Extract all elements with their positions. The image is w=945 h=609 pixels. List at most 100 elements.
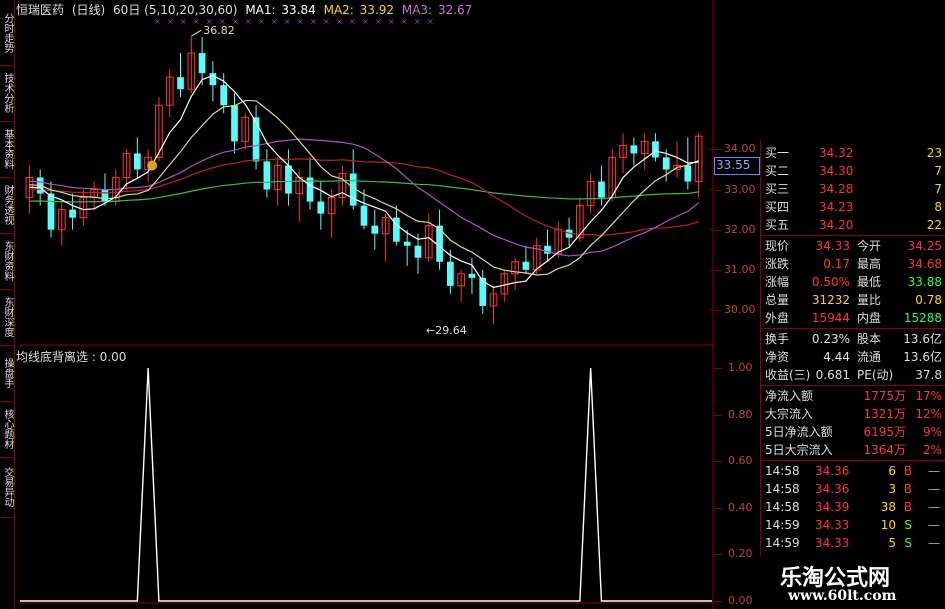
flow-pct: 12% xyxy=(915,407,942,421)
tab-3[interactable]: 财务透视 xyxy=(0,177,13,234)
fund-value: 0.23% xyxy=(811,332,850,346)
high-arrow xyxy=(191,29,202,37)
bid-row: 买五 34.20 22 xyxy=(761,216,945,234)
tick-side: B xyxy=(903,482,912,496)
tick-time: 14:58 xyxy=(765,464,800,478)
tab-4[interactable]: 东财资料 xyxy=(0,233,13,290)
fund-label: 流通 xyxy=(857,350,882,364)
divider xyxy=(761,460,945,461)
osc-tick-mark xyxy=(714,414,722,416)
osc-tick-mark xyxy=(714,601,722,602)
bid-volume: 8 xyxy=(934,200,942,214)
candle-body xyxy=(47,193,55,230)
price-chart[interactable]: 36.82 ←29.64 × × × × × × × × × × × × × × × × × × × × × × xyxy=(14,0,714,609)
fund-label: 净资 xyxy=(765,350,790,364)
divider xyxy=(761,235,945,236)
candle-body xyxy=(522,261,530,270)
stat-label: 总量 xyxy=(765,293,790,307)
flow-row: 大宗流入 1321万 12% xyxy=(761,405,945,423)
bid-label: 买三 xyxy=(765,182,790,196)
oscillator-line xyxy=(20,367,712,602)
tick-price: 34.36 xyxy=(815,464,850,478)
tab-7[interactable]: 核心题材 xyxy=(0,401,13,458)
tab-6[interactable]: 操盘手 xyxy=(0,345,13,402)
marker-dot: × xyxy=(323,17,330,26)
price-tick-label: 32.00 xyxy=(724,222,756,236)
tab-1[interactable]: 技术分析 xyxy=(0,65,13,122)
oscillator-label: 均线底背离选 : 0.00 xyxy=(16,350,127,364)
bid-row: 买四 34.23 8 xyxy=(761,198,945,216)
tick-time: 14:59 xyxy=(765,518,800,532)
tick-time: 14:58 xyxy=(765,500,800,514)
tick-dash: — xyxy=(928,482,940,496)
stat-value: 33.88 xyxy=(907,275,942,289)
marker-dot: × xyxy=(362,17,369,26)
high-label: 36.82 xyxy=(203,24,235,37)
candle-body xyxy=(231,105,238,142)
osc-tick-label: 0.80 xyxy=(728,407,753,421)
marker-dot: × xyxy=(154,17,161,26)
candle-body xyxy=(414,245,422,258)
tick-row: 14:58 34.39 38 B — xyxy=(761,498,945,516)
marker-dot: × xyxy=(349,17,356,26)
flow-pct: 9% xyxy=(922,425,942,439)
tab-0[interactable]: 分时走势 xyxy=(0,0,13,66)
tick-row: 14:59 34.33 5 S — xyxy=(761,534,945,552)
divider xyxy=(761,328,945,329)
watermark-url: www.60lt.com xyxy=(788,588,897,604)
marker-dot: × xyxy=(388,17,395,26)
candle-body xyxy=(360,205,368,226)
marker-dot: × xyxy=(258,17,265,26)
marker-dot: × xyxy=(401,17,408,26)
flow-label: 大宗流入 xyxy=(765,407,814,421)
flow-value: 1364万 xyxy=(863,443,906,457)
bid-label: 买四 xyxy=(765,200,790,214)
tab-8[interactable]: 交易异动 xyxy=(0,457,13,518)
stat-row: 涨跌 0.17 最高 34.68 xyxy=(761,255,945,273)
candle-body xyxy=(285,165,292,194)
fund-value: 4.44 xyxy=(823,350,850,364)
stat-value: 0.17 xyxy=(823,257,850,271)
bid-volume: 22 xyxy=(926,218,942,232)
osc-tick-label: 0.20 xyxy=(728,547,753,561)
candle-body xyxy=(630,145,638,154)
tick-side: B xyxy=(903,464,912,478)
divider xyxy=(761,385,945,386)
stat-value: 0.78 xyxy=(915,293,942,307)
tab-2[interactable]: 基本资料 xyxy=(0,121,13,178)
candle-body xyxy=(447,261,454,286)
stat-value: 34.25 xyxy=(907,239,942,253)
candle-body xyxy=(133,153,141,170)
tick-volume: 5 xyxy=(888,536,896,550)
stat-label: 现价 xyxy=(765,239,790,253)
candle-body xyxy=(317,201,325,214)
marker-dot: × xyxy=(206,17,213,26)
marker-dot: × xyxy=(310,17,317,26)
stat-label: 外盘 xyxy=(765,311,790,325)
tick-time: 14:59 xyxy=(765,536,800,550)
flow-value: 6195万 xyxy=(863,425,906,439)
osc-tick-label: 0.40 xyxy=(728,500,753,514)
stat-value: 0.50% xyxy=(811,275,850,289)
fundamental-row: 净资 4.44 流通 13.6亿 xyxy=(761,348,945,366)
tab-5[interactable]: 东财深度 xyxy=(0,289,13,346)
fund-label: 换手 xyxy=(765,332,790,346)
price-tick-mark xyxy=(714,189,722,191)
marker-dot: × xyxy=(232,17,239,26)
fund-label: 股本 xyxy=(857,332,882,346)
candle-body xyxy=(652,141,659,158)
osc-tick-mark xyxy=(714,507,722,509)
marker-dot: × xyxy=(193,17,200,26)
price-tick-mark xyxy=(714,229,722,231)
flow-pct: 17% xyxy=(915,389,942,403)
tick-side: S xyxy=(904,518,912,532)
bid-label: 买五 xyxy=(765,218,790,232)
tick-price: 34.33 xyxy=(815,536,850,550)
stat-value: 15944 xyxy=(811,311,850,325)
candle-body xyxy=(198,53,206,74)
fund-value: 0.681 xyxy=(815,368,850,382)
osc-tick-mark xyxy=(714,368,722,369)
stat-label: 最高 xyxy=(857,257,882,271)
tick-row: 14:58 34.36 3 B — xyxy=(761,480,945,498)
marker-dot: × xyxy=(180,17,187,26)
